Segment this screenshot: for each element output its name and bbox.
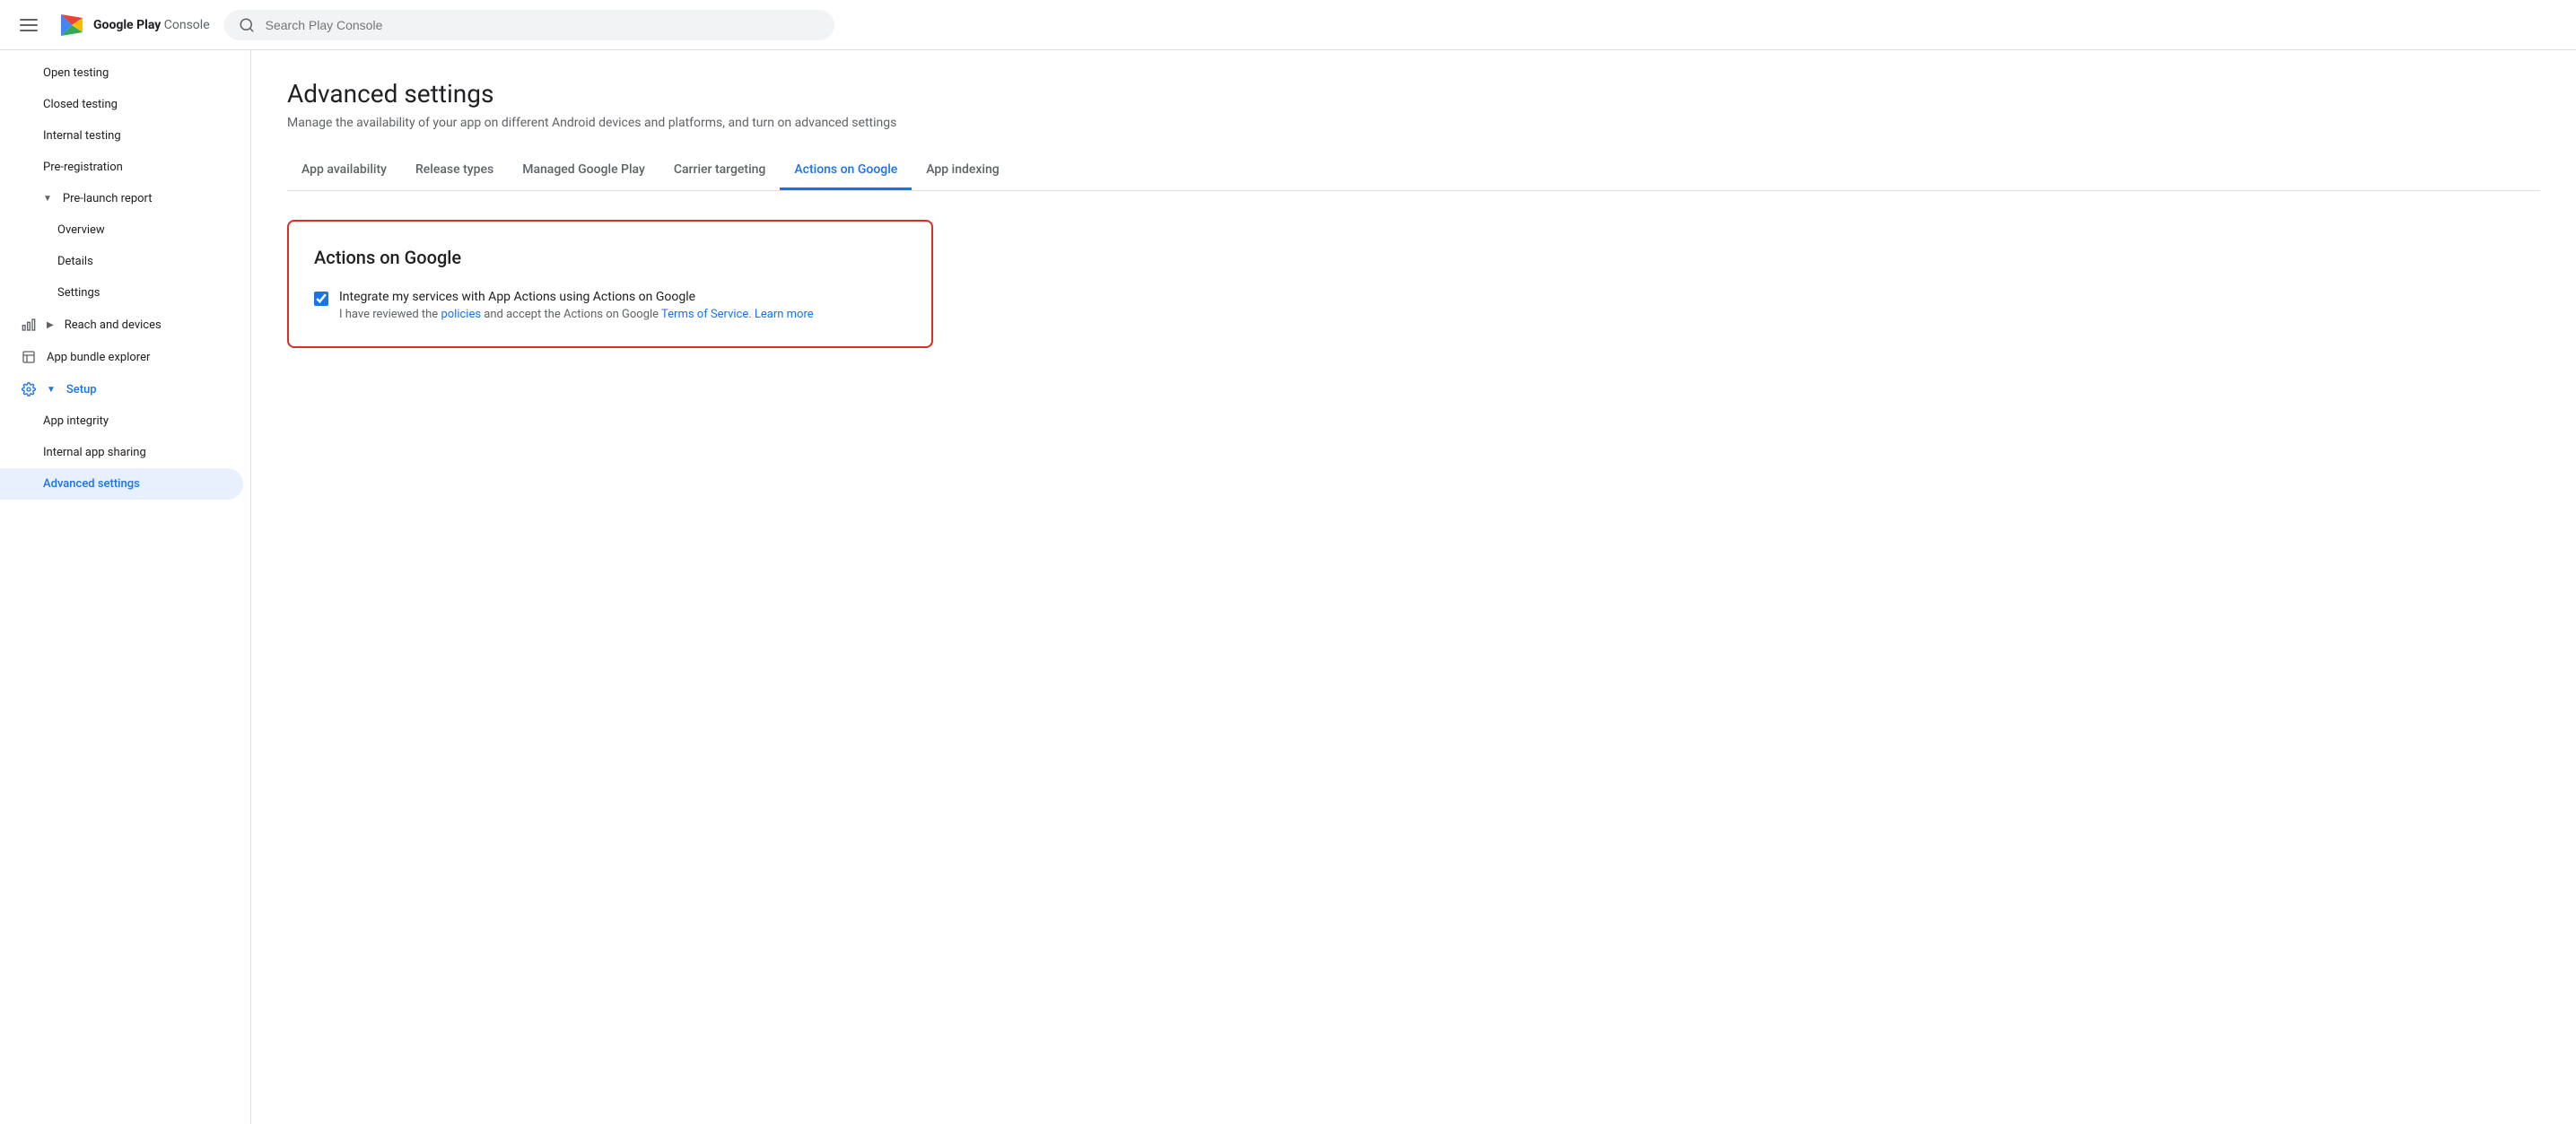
top-bar: Google Play Console xyxy=(0,0,2576,50)
sidebar-item-label: Overview xyxy=(57,223,105,237)
logo[interactable]: Google Play Console xyxy=(57,11,210,39)
sidebar-item-internal-testing[interactable]: Internal testing xyxy=(0,120,243,152)
sidebar-item-reach-and-devices[interactable]: ▶ Reach and devices xyxy=(0,309,243,341)
sidebar-item-overview[interactable]: Overview xyxy=(0,214,243,246)
chevron-down-icon-setup: ▼ xyxy=(47,385,56,395)
policies-link[interactable]: policies xyxy=(441,308,481,321)
hamburger-menu[interactable] xyxy=(14,13,43,37)
gear-icon xyxy=(22,382,36,396)
integrate-checkbox-wrapper[interactable] xyxy=(314,292,328,309)
tab-release-types[interactable]: Release types xyxy=(401,152,508,190)
tos-link[interactable]: Terms of Service. xyxy=(661,308,752,321)
integrate-checkbox[interactable] xyxy=(314,292,328,306)
integrate-checkbox-row: Integrate my services with App Actions u… xyxy=(314,290,906,321)
sidebar-item-label: App bundle explorer xyxy=(47,351,150,364)
sidebar-item-label: Reach and devices xyxy=(65,318,162,332)
sidebar-item-label: Pre-registration xyxy=(43,161,123,174)
tab-managed-google-play[interactable]: Managed Google Play xyxy=(508,152,659,190)
sidebar: Open testing Closed testing Internal tes… xyxy=(0,50,251,1124)
sidebar-item-advanced-settings[interactable]: Advanced settings xyxy=(0,468,243,500)
sidebar-item-label: Internal app sharing xyxy=(43,446,146,459)
sidebar-item-label: Closed testing xyxy=(43,98,118,111)
actions-on-google-card: Actions on Google Integrate my services … xyxy=(287,220,933,348)
sidebar-item-internal-app-sharing[interactable]: Internal app sharing xyxy=(0,437,243,468)
page-title: Advanced settings xyxy=(287,79,2540,109)
sidebar-item-settings-pre[interactable]: Settings xyxy=(0,277,243,309)
page-subtitle: Manage the availability of your app on d… xyxy=(287,116,2540,130)
logo-icon xyxy=(57,11,86,39)
sidebar-item-pre-registration[interactable]: Pre-registration xyxy=(0,152,243,183)
chevron-right-icon: ▶ xyxy=(47,320,54,330)
sidebar-item-label: Pre-launch report xyxy=(63,192,153,205)
checkbox-label[interactable]: Integrate my services with App Actions u… xyxy=(339,290,695,304)
logo-label: Google Play Console xyxy=(93,18,210,32)
sidebar-item-label: Details xyxy=(57,255,93,268)
sidebar-item-label: Open testing xyxy=(43,66,109,80)
sidebar-item-app-bundle-explorer[interactable]: App bundle explorer xyxy=(0,341,243,373)
tab-actions-on-google[interactable]: Actions on Google xyxy=(780,152,912,190)
sidebar-item-pre-launch-report[interactable]: ▼ Pre-launch report xyxy=(0,183,243,214)
sidebar-item-label: Internal testing xyxy=(43,129,121,143)
learn-more-link[interactable]: Learn more xyxy=(752,308,814,321)
tabs-bar: App availability Release types Managed G… xyxy=(287,152,2540,191)
tab-app-availability[interactable]: App availability xyxy=(287,152,401,190)
search-icon xyxy=(239,17,255,33)
sidebar-item-label: Settings xyxy=(57,286,100,300)
main-content: Advanced settings Manage the availabilit… xyxy=(251,50,2576,1124)
checkbox-text: Integrate my services with App Actions u… xyxy=(339,290,814,321)
sidebar-item-app-integrity[interactable]: App integrity xyxy=(0,405,243,437)
tab-app-indexing[interactable]: App indexing xyxy=(912,152,1013,190)
chevron-down-icon: ▼ xyxy=(43,194,52,204)
sidebar-item-label: App integrity xyxy=(43,414,109,428)
sidebar-item-label: Advanced settings xyxy=(43,477,140,491)
app-body: Open testing Closed testing Internal tes… xyxy=(0,50,2576,1124)
sidebar-item-details[interactable]: Details xyxy=(0,246,243,277)
chart-icon xyxy=(22,318,36,332)
sidebar-item-closed-testing[interactable]: Closed testing xyxy=(0,89,243,120)
card-title: Actions on Google xyxy=(314,247,906,268)
bundle-icon xyxy=(22,350,36,364)
search-bar xyxy=(224,10,834,40)
sidebar-item-label: Setup xyxy=(66,383,97,396)
search-input[interactable] xyxy=(266,18,820,32)
sidebar-item-setup[interactable]: ▼ Setup xyxy=(0,373,243,405)
checkbox-description: I have reviewed the policies and accept … xyxy=(339,308,814,321)
sidebar-item-open-testing[interactable]: Open testing xyxy=(0,57,243,89)
tab-carrier-targeting[interactable]: Carrier targeting xyxy=(659,152,781,190)
